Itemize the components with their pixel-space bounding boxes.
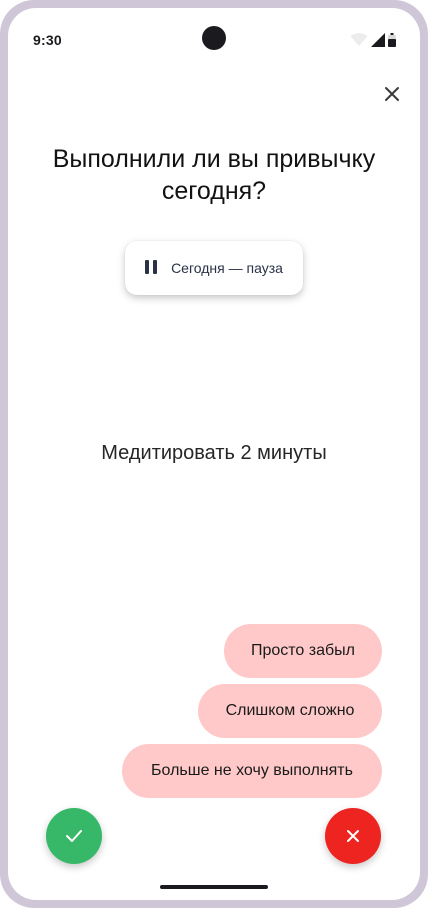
signal-icon (371, 33, 385, 47)
reason-too-hard-button[interactable]: Слишком сложно (198, 684, 382, 738)
close-icon (347, 830, 359, 842)
close-icon (385, 87, 399, 101)
pause-icon (145, 260, 159, 276)
reason-forgot-button[interactable]: Просто забыл (224, 624, 382, 678)
status-icons (350, 33, 396, 47)
pause-today-button[interactable]: Сегодня — пауза (125, 241, 303, 295)
camera-cutout (202, 26, 226, 50)
question-title: Выполнили ли вы привычку сегодня? (52, 145, 376, 205)
habit-name: Медитировать 2 минуты (101, 442, 327, 464)
app-screen: 9:30 Выполнили ли вы привычку сегодня? С… (8, 8, 420, 900)
battery-icon (388, 33, 396, 47)
done-button[interactable] (46, 808, 102, 864)
home-indicator[interactable] (160, 885, 268, 889)
status-bar: 9:30 (8, 8, 420, 68)
check-icon (66, 830, 82, 842)
close-button[interactable] (378, 80, 406, 108)
wifi-icon (350, 33, 368, 46)
device-frame: 9:30 Выполнили ли вы привычку сегодня? С… (0, 0, 428, 908)
reason-stop-button[interactable]: Больше не хочу выполнять (122, 744, 382, 798)
not-done-button[interactable] (325, 808, 381, 864)
pause-label: Сегодня — пауза (171, 260, 283, 276)
status-time: 9:30 (33, 32, 62, 48)
